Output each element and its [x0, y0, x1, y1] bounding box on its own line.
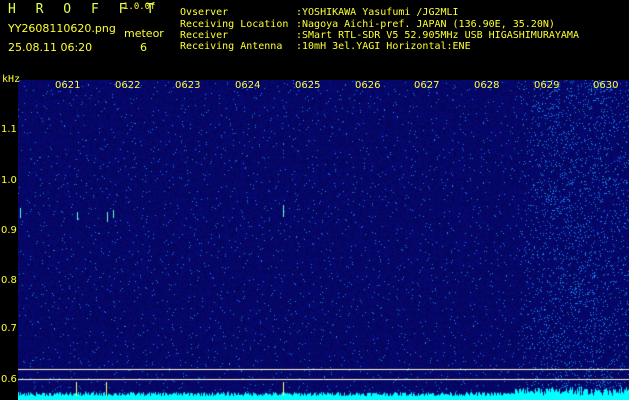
app-version: 1.0.0f [123, 2, 156, 12]
y-tick-label: 0.6 [1, 374, 17, 385]
x-tick-label: 0624 [235, 80, 261, 91]
meta-value-receiver: :SMart RTL-SDR V5 52.905MHz USB HIGASHIM… [296, 30, 579, 41]
x-tick-label: 0621 [55, 80, 81, 91]
y-tick-label: 1.1 [1, 124, 17, 135]
y-tick-label: 0.8 [1, 275, 17, 286]
x-tick-label: 0625 [295, 80, 321, 91]
waterfall-spectrogram [18, 80, 629, 400]
x-tick-label: 0627 [414, 80, 440, 91]
y-tick-label: 1.0 [1, 175, 17, 186]
meta-label-antenna: Receiving Antenna [180, 41, 283, 52]
header-panel: H R O F F T 1.0.0f YY2608110620.png 25.0… [0, 0, 629, 80]
capture-datetime: 25.08.11 06:20 [8, 41, 93, 54]
meteor-label: meteor [124, 27, 164, 40]
y-tick-label: 0.9 [1, 225, 17, 236]
image-filename: YY2608110620.png [8, 22, 116, 35]
meta-label-location: Receiving Location [180, 19, 289, 30]
meta-label-receiver: Receiver [180, 30, 229, 41]
frequency-unit-label: kHz [2, 74, 21, 85]
meta-label-observer: Ovserver [180, 7, 229, 18]
x-tick-label: 0630 [593, 80, 619, 91]
x-tick-label: 0626 [355, 80, 381, 91]
x-tick-label: 0623 [175, 80, 201, 91]
hroft-spectrogram-window: H R O F F T 1.0.0f YY2608110620.png 25.0… [0, 0, 629, 400]
meta-value-antenna: :10mH 3el.YAGI Horizontal:ENE [296, 41, 471, 52]
meta-value-location: :Nagoya Aichi-pref. JAPAN (136.90E, 35.2… [296, 19, 555, 30]
y-tick-label: 0.7 [1, 323, 17, 334]
x-tick-label: 0622 [115, 80, 141, 91]
meta-value-observer: :YOSHIKAWA Yasufumi /JG2MLI [296, 7, 459, 18]
x-tick-label: 0629 [534, 80, 560, 91]
x-tick-label: 0628 [474, 80, 500, 91]
meteor-count: 6 [140, 41, 147, 54]
